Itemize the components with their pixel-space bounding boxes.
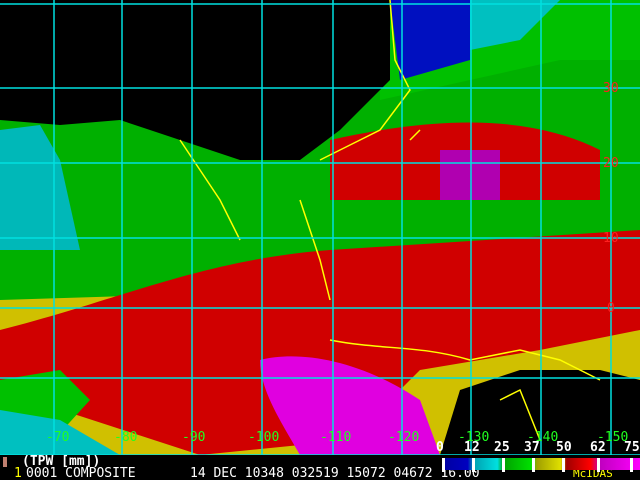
legend-label: 0	[436, 440, 444, 455]
legend-label: 37	[524, 440, 540, 455]
lon-label: -80	[114, 430, 138, 445]
lon-label: -110	[320, 430, 352, 445]
tpw-band-purple	[440, 150, 500, 200]
lon-label: -120	[388, 430, 420, 445]
lon-label: -90	[182, 430, 206, 445]
scale-tick	[630, 458, 633, 472]
legend-label: 62	[590, 440, 606, 455]
lat-label-20: 20	[603, 156, 619, 171]
scale-tick	[472, 458, 475, 472]
date-line: 14 DEC 10348 032519 15072 04672 16.00	[190, 466, 480, 480]
scale-tick	[532, 458, 535, 472]
scale-tick	[442, 458, 445, 472]
legend-label: 75	[624, 440, 640, 455]
legend-label: 25	[494, 440, 510, 455]
lat-label-30: 30	[603, 81, 619, 96]
legend-label: 12	[464, 440, 480, 455]
lon-label: -100	[248, 430, 280, 445]
tpw-map	[0, 0, 640, 455]
lon-label: -70	[46, 430, 70, 445]
satellite-tpw-display: 30 20 10 0 -70 -80 -90 -100 -110 -120 -1…	[0, 0, 640, 480]
scale-tick	[597, 458, 600, 472]
legend-label: 50	[556, 440, 572, 455]
scale-tick	[562, 458, 565, 472]
frame-number: 1	[14, 466, 22, 480]
info-line: 0001 COMPOSITE	[26, 466, 136, 480]
scale-tick	[502, 458, 505, 472]
frame-marker	[3, 457, 7, 467]
lat-label-10: 10	[603, 231, 619, 246]
lat-label-0: 0	[607, 301, 615, 316]
